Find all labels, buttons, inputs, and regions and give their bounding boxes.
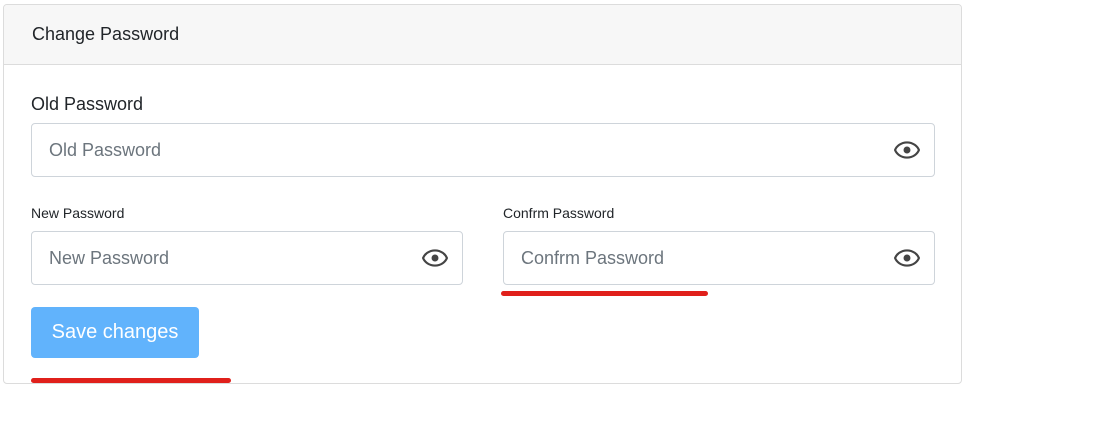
confirm-password-field-wrapper [503, 231, 935, 285]
eye-icon[interactable] [422, 249, 448, 267]
save-button-annotation-underline [31, 378, 231, 383]
new-password-input[interactable] [32, 232, 462, 284]
eye-icon[interactable] [894, 141, 920, 159]
card-header: Change Password [4, 5, 961, 65]
old-password-field-wrapper [31, 123, 935, 177]
new-password-label: New Password [31, 205, 125, 221]
eye-icon[interactable] [894, 249, 920, 267]
save-changes-button[interactable]: Save changes [31, 307, 199, 358]
old-password-label: Old Password [31, 94, 144, 114]
confirm-password-label: Confrm Password [503, 205, 615, 221]
confirm-field-annotation-underline [501, 291, 708, 296]
confirm-password-input[interactable] [504, 232, 934, 284]
card-title: Change Password [32, 24, 180, 44]
old-password-input[interactable] [32, 124, 934, 176]
new-password-field-wrapper [31, 231, 463, 285]
